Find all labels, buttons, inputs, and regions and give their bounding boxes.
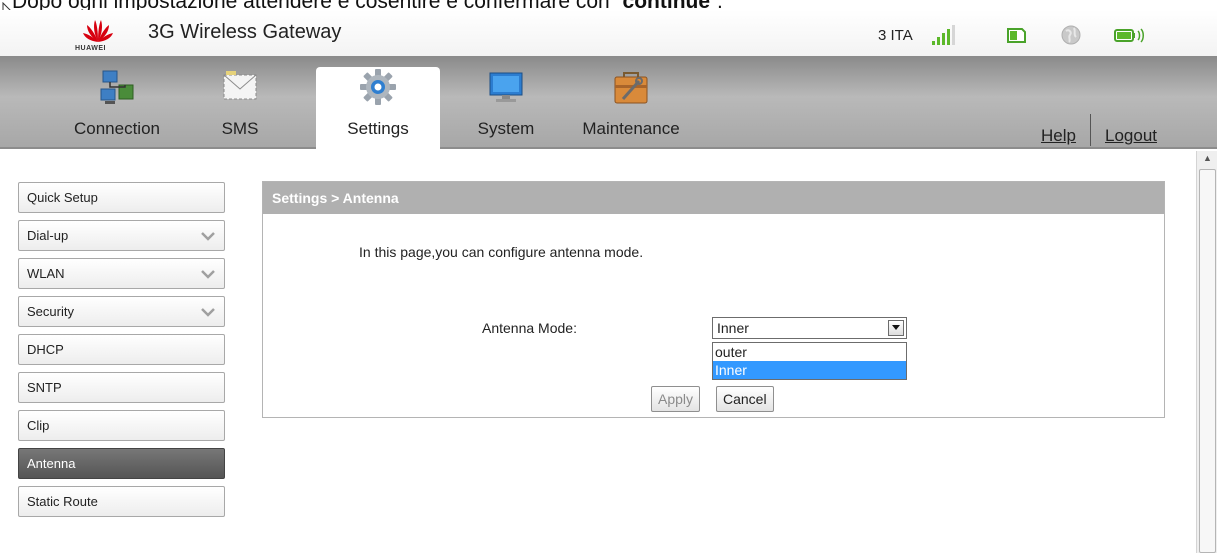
content-area: Quick Setup Dial-up WLAN Security DHCP S…: [0, 151, 1196, 553]
sidebar-item-dhcp[interactable]: DHCP: [18, 334, 225, 365]
tab-sms[interactable]: SMS: [208, 67, 272, 149]
antenna-mode-value: Inner: [717, 320, 749, 336]
sidebar-item-label: Security: [27, 304, 74, 319]
battery-icon: [1114, 28, 1144, 43]
sidebar-item-label: SNTP: [27, 380, 62, 395]
sidebar-item-quick-setup[interactable]: Quick Setup: [18, 182, 225, 213]
cancel-button[interactable]: Cancel: [716, 386, 774, 412]
tab-label: Maintenance: [582, 119, 680, 138]
monitor-icon: [489, 72, 523, 102]
sidebar-item-label: WLAN: [27, 266, 65, 281]
sidebar-item-dial-up[interactable]: Dial-up: [18, 220, 225, 251]
sidebar-item-label: Quick Setup: [27, 190, 98, 205]
sidebar-item-label: Antenna: [27, 456, 76, 471]
antenna-mode-select[interactable]: Inner: [712, 317, 907, 339]
breadcrumb: Settings > Antenna: [263, 182, 1164, 214]
option-inner[interactable]: Inner: [713, 361, 906, 379]
sim-card-icon: [1007, 28, 1026, 43]
globe-icon: [1061, 25, 1081, 45]
sidebar-item-label: Dial-up: [27, 228, 69, 243]
sidebar-item-clip[interactable]: Clip: [18, 410, 225, 441]
vertical-scrollbar[interactable]: ▲: [1196, 151, 1217, 553]
sidebar-item-label: Static Route: [27, 494, 98, 509]
tab-maintenance[interactable]: Maintenance: [562, 67, 700, 149]
gear-icon: [360, 69, 396, 105]
scroll-thumb[interactable]: [1199, 169, 1216, 553]
signal-icon: [932, 25, 955, 45]
sidebar-item-security[interactable]: Security: [18, 296, 225, 327]
sidebar-item-label: DHCP: [27, 342, 64, 357]
network-name: 3 ITA: [878, 26, 913, 44]
dropdown-arrow-icon[interactable]: [888, 320, 904, 336]
tab-settings[interactable]: Settings: [316, 67, 440, 149]
toolbox-icon: [614, 72, 648, 104]
help-link[interactable]: Help: [1041, 126, 1076, 146]
option-outer[interactable]: outer: [713, 343, 906, 361]
apply-button[interactable]: Apply: [651, 386, 701, 412]
tab-label: Settings: [347, 119, 409, 138]
envelope-icon: [223, 71, 257, 100]
sidebar-item-label: Clip: [27, 418, 50, 433]
chevron-down-icon: [201, 307, 215, 317]
chevron-down-icon: [201, 231, 215, 241]
tab-system[interactable]: System: [466, 67, 546, 149]
tab-label: SMS: [221, 119, 259, 138]
connection-icon: [100, 70, 134, 104]
page-description: In this page,you can configure antenna m…: [359, 244, 644, 260]
logo-text: HUAWEI: [75, 45, 106, 52]
tab-label: Connection: [73, 119, 160, 138]
tab-label: System: [477, 119, 535, 138]
nav-links: Help Logout: [1041, 114, 1157, 152]
nav-divider: [1090, 114, 1091, 146]
chevron-down-icon: [201, 269, 215, 279]
sidebar-item-sntp[interactable]: SNTP: [18, 372, 225, 403]
logout-link[interactable]: Logout: [1105, 126, 1157, 146]
antenna-settings-panel: Settings > Antenna In this page,you can …: [262, 181, 1165, 418]
header-bar: HUAWEI 3G Wireless Gateway 3 ITA: [0, 10, 1217, 56]
sidebar-item-static-route[interactable]: Static Route: [18, 486, 225, 517]
scroll-up-icon[interactable]: ▲: [1203, 153, 1212, 163]
tab-connection[interactable]: Connection: [62, 67, 172, 149]
app-title: 3G Wireless Gateway: [148, 21, 342, 43]
antenna-mode-label: Antenna Mode:: [482, 320, 577, 336]
sidebar-menu: Quick Setup Dial-up WLAN Security DHCP S…: [18, 182, 225, 524]
antenna-mode-options: outer Inner: [712, 342, 907, 380]
main-nav: Connection SMS Settings System Maintenan…: [0, 56, 1217, 149]
sidebar-item-antenna[interactable]: Antenna: [18, 448, 225, 479]
router-admin-page: Dopo ogni impostazione attendere e cosen…: [0, 0, 1217, 553]
sidebar-item-wlan[interactable]: WLAN: [18, 258, 225, 289]
